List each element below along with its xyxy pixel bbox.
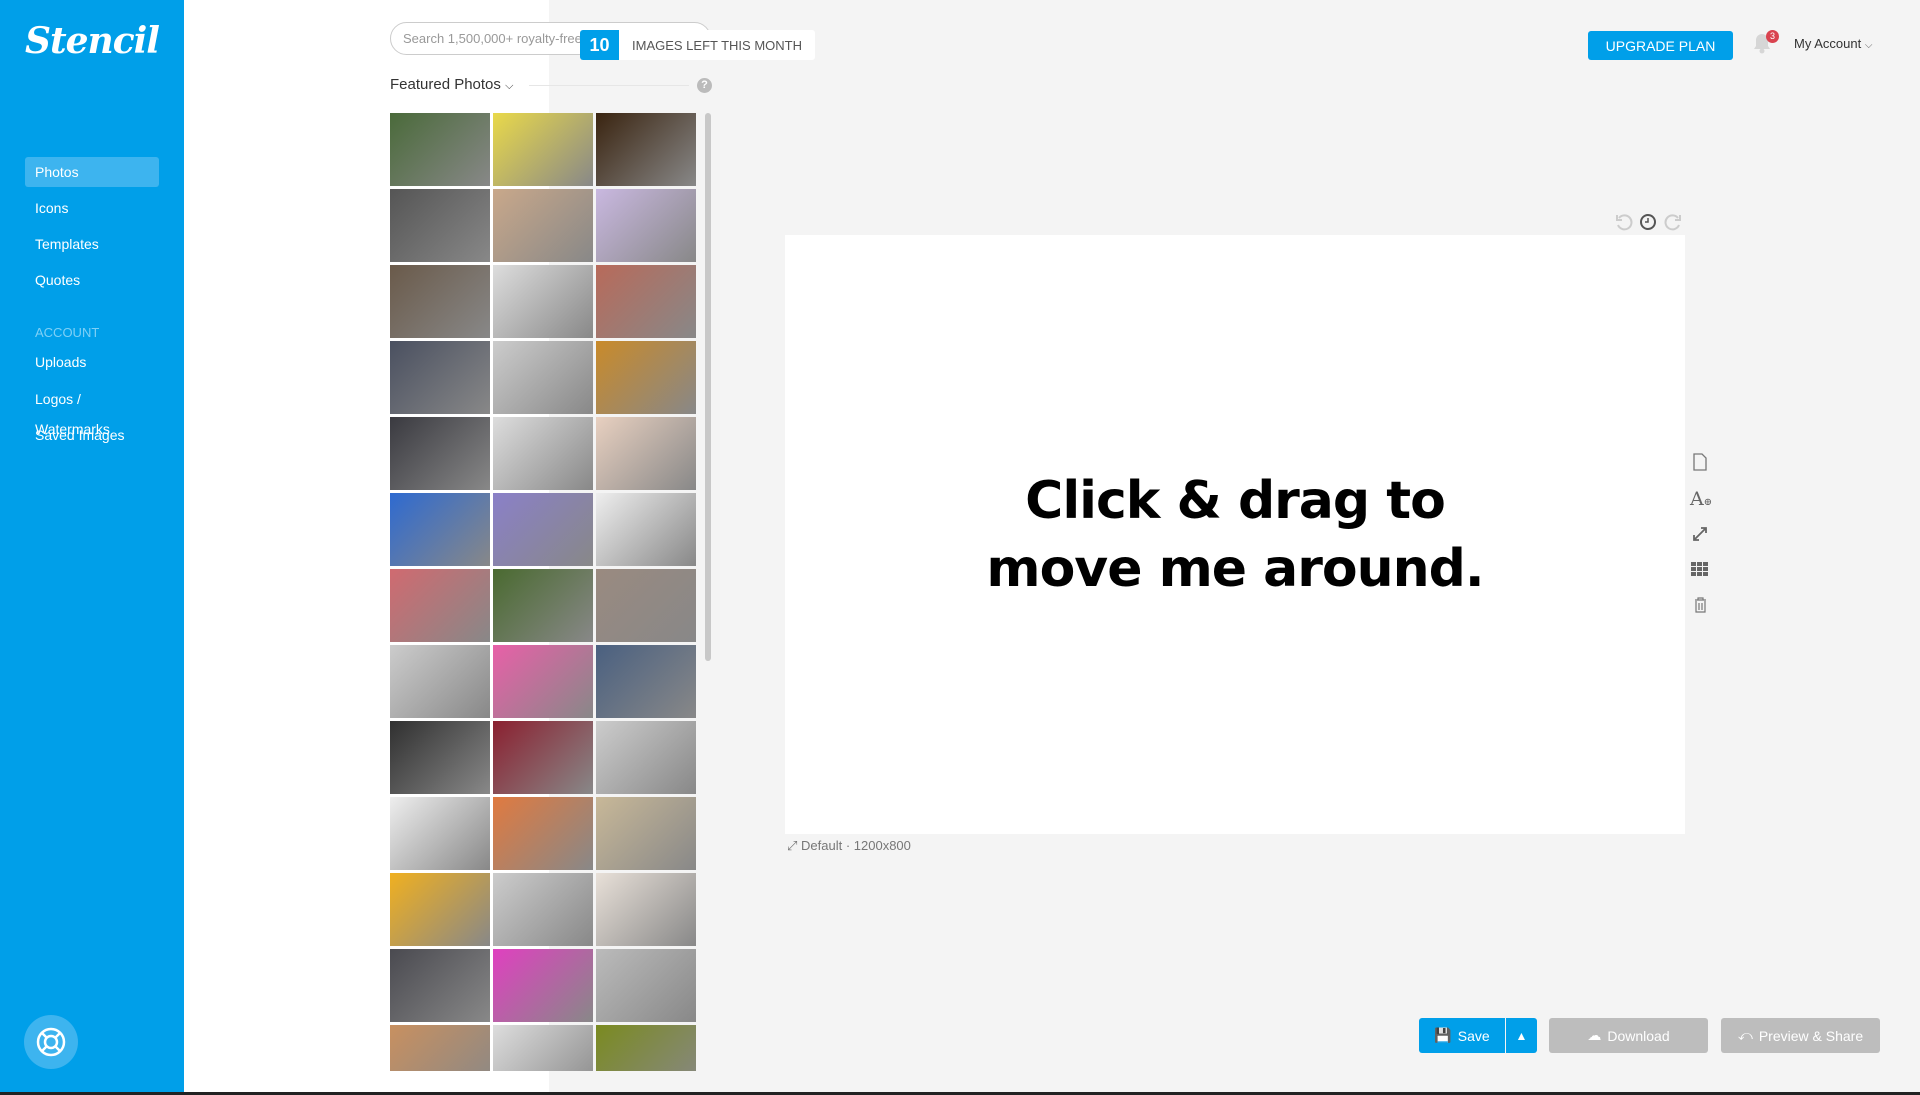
photo-thumbnail[interactable] bbox=[390, 569, 490, 642]
photo-thumbnail[interactable] bbox=[390, 189, 490, 262]
design-canvas[interactable]: Click & drag to move me around. bbox=[785, 235, 1685, 834]
photo-thumbnail[interactable] bbox=[596, 949, 696, 1022]
lifebuoy-icon bbox=[36, 1027, 66, 1057]
photo-thumbnail[interactable] bbox=[596, 721, 696, 794]
expand-icon[interactable] bbox=[1692, 526, 1708, 542]
featured-photos-dropdown[interactable]: Featured Photos ⌵ bbox=[390, 76, 513, 93]
photo-thumbnail[interactable] bbox=[390, 873, 490, 946]
photo-thumbnail[interactable] bbox=[493, 721, 593, 794]
divider bbox=[529, 85, 689, 86]
photo-thumbnail[interactable] bbox=[493, 569, 593, 642]
my-account-menu[interactable]: My Account ⌵ bbox=[1794, 36, 1872, 51]
sidebar-item-saved-images[interactable]: Saved Images bbox=[25, 420, 159, 450]
chevron-down-icon: ⌵ bbox=[1864, 40, 1873, 51]
photo-thumbnail[interactable] bbox=[596, 797, 696, 870]
sidebar-item-uploads[interactable]: Uploads bbox=[25, 347, 159, 377]
panel-scrollbar[interactable] bbox=[705, 113, 711, 661]
preview-share-button[interactable]: ⤺ Preview & Share bbox=[1721, 1018, 1880, 1053]
undo-icon[interactable] bbox=[1615, 213, 1633, 231]
floppy-disk-icon: 💾 bbox=[1434, 1027, 1452, 1043]
photo-thumbnail[interactable] bbox=[390, 1025, 490, 1071]
photos-panel: Featured Photos ⌵ ? bbox=[184, 0, 712, 1095]
sidebar: Stencil Photos Icons Templates Quotes AC… bbox=[0, 0, 184, 1095]
canvas-size-label: Default · 1200x800 bbox=[801, 838, 911, 853]
canvas-text-element[interactable]: Click & drag to move me around. bbox=[785, 235, 1685, 834]
sidebar-item-logos-watermarks[interactable]: Logos / Watermarks bbox=[25, 384, 159, 437]
canvas-text-line: move me around. bbox=[986, 538, 1484, 599]
canvas-size-button[interactable]: ⤢ Default · 1200x800 bbox=[787, 838, 911, 854]
featured-photos-label: Featured Photos bbox=[390, 76, 501, 93]
photo-thumbnail[interactable] bbox=[390, 721, 490, 794]
canvas-text-line: Click & drag to bbox=[1025, 470, 1446, 531]
photo-thumbnail[interactable] bbox=[493, 113, 593, 186]
photo-thumbnail[interactable] bbox=[493, 949, 593, 1022]
photo-thumbnail[interactable] bbox=[596, 873, 696, 946]
chevron-up-icon: ▲ bbox=[1515, 1028, 1528, 1043]
photo-thumbnail[interactable] bbox=[493, 493, 593, 566]
history-icon[interactable] bbox=[1639, 213, 1657, 231]
photo-thumbnail[interactable] bbox=[596, 265, 696, 338]
account-section-label: ACCOUNT bbox=[35, 325, 100, 340]
photo-thumbnail[interactable] bbox=[493, 417, 593, 490]
logo[interactable]: Stencil bbox=[25, 20, 160, 62]
photo-thumbnail[interactable] bbox=[596, 645, 696, 718]
share-icon: ⤺ bbox=[1737, 1027, 1753, 1043]
photo-thumbnail[interactable] bbox=[493, 1025, 593, 1071]
notification-badge: 3 bbox=[1766, 30, 1779, 43]
save-button[interactable]: 💾 Save bbox=[1419, 1018, 1505, 1053]
download-label: Download bbox=[1607, 1027, 1670, 1044]
photo-thumbnail[interactable] bbox=[390, 949, 490, 1022]
images-left-counter: 10 IMAGES LEFT THIS MONTH bbox=[580, 30, 815, 60]
photo-thumbnail[interactable] bbox=[493, 341, 593, 414]
add-text-icon[interactable]: A⊕ bbox=[1690, 488, 1712, 510]
sidebar-item-photos[interactable]: Photos bbox=[25, 157, 159, 187]
save-label: Save bbox=[1457, 1027, 1490, 1044]
redo-icon[interactable] bbox=[1664, 213, 1682, 231]
sidebar-item-icons[interactable]: Icons bbox=[25, 193, 159, 223]
sidebar-item-templates[interactable]: Templates bbox=[25, 229, 159, 259]
photo-thumbnail[interactable] bbox=[493, 873, 593, 946]
photo-thumbnail[interactable] bbox=[596, 569, 696, 642]
my-account-label: My Account bbox=[1794, 36, 1862, 51]
images-left-count: 10 bbox=[580, 30, 619, 60]
page-icon[interactable] bbox=[1692, 453, 1708, 471]
grid-icon[interactable] bbox=[1691, 562, 1708, 576]
photo-thumbnail[interactable] bbox=[390, 645, 490, 718]
chevron-down-icon: ⌵ bbox=[505, 80, 514, 92]
resize-icon: ⤢ bbox=[787, 838, 798, 853]
images-left-label: IMAGES LEFT THIS MONTH bbox=[632, 37, 802, 53]
photo-thumbnail[interactable] bbox=[493, 797, 593, 870]
photo-thumbnail[interactable] bbox=[596, 341, 696, 414]
photo-thumbnail[interactable] bbox=[596, 1025, 696, 1071]
photo-thumbnail[interactable] bbox=[596, 113, 696, 186]
photo-thumbnail[interactable] bbox=[390, 797, 490, 870]
save-options-button[interactable]: ▲ bbox=[1506, 1018, 1537, 1053]
upgrade-plan-button[interactable]: UPGRADE PLAN bbox=[1588, 31, 1733, 60]
trash-icon[interactable] bbox=[1694, 597, 1707, 613]
photo-grid bbox=[390, 113, 696, 1071]
photo-thumbnail[interactable] bbox=[596, 493, 696, 566]
photo-thumbnail[interactable] bbox=[390, 417, 490, 490]
photo-thumbnail[interactable] bbox=[390, 341, 490, 414]
help-button[interactable] bbox=[24, 1015, 78, 1069]
cloud-download-icon: ☁ bbox=[1587, 1027, 1602, 1043]
photo-thumbnail[interactable] bbox=[390, 113, 490, 186]
photo-thumbnail[interactable] bbox=[493, 265, 593, 338]
photo-thumbnail[interactable] bbox=[596, 417, 696, 490]
photo-thumbnail[interactable] bbox=[596, 189, 696, 262]
photo-thumbnail[interactable] bbox=[493, 189, 593, 262]
photo-thumbnail[interactable] bbox=[493, 645, 593, 718]
question-icon[interactable]: ? bbox=[697, 78, 712, 93]
preview-share-label: Preview & Share bbox=[1758, 1027, 1864, 1044]
sidebar-item-quotes[interactable]: Quotes bbox=[25, 265, 159, 295]
photo-thumbnail[interactable] bbox=[390, 493, 490, 566]
download-button[interactable]: ☁ Download bbox=[1549, 1018, 1708, 1053]
photo-thumbnail[interactable] bbox=[390, 265, 490, 338]
